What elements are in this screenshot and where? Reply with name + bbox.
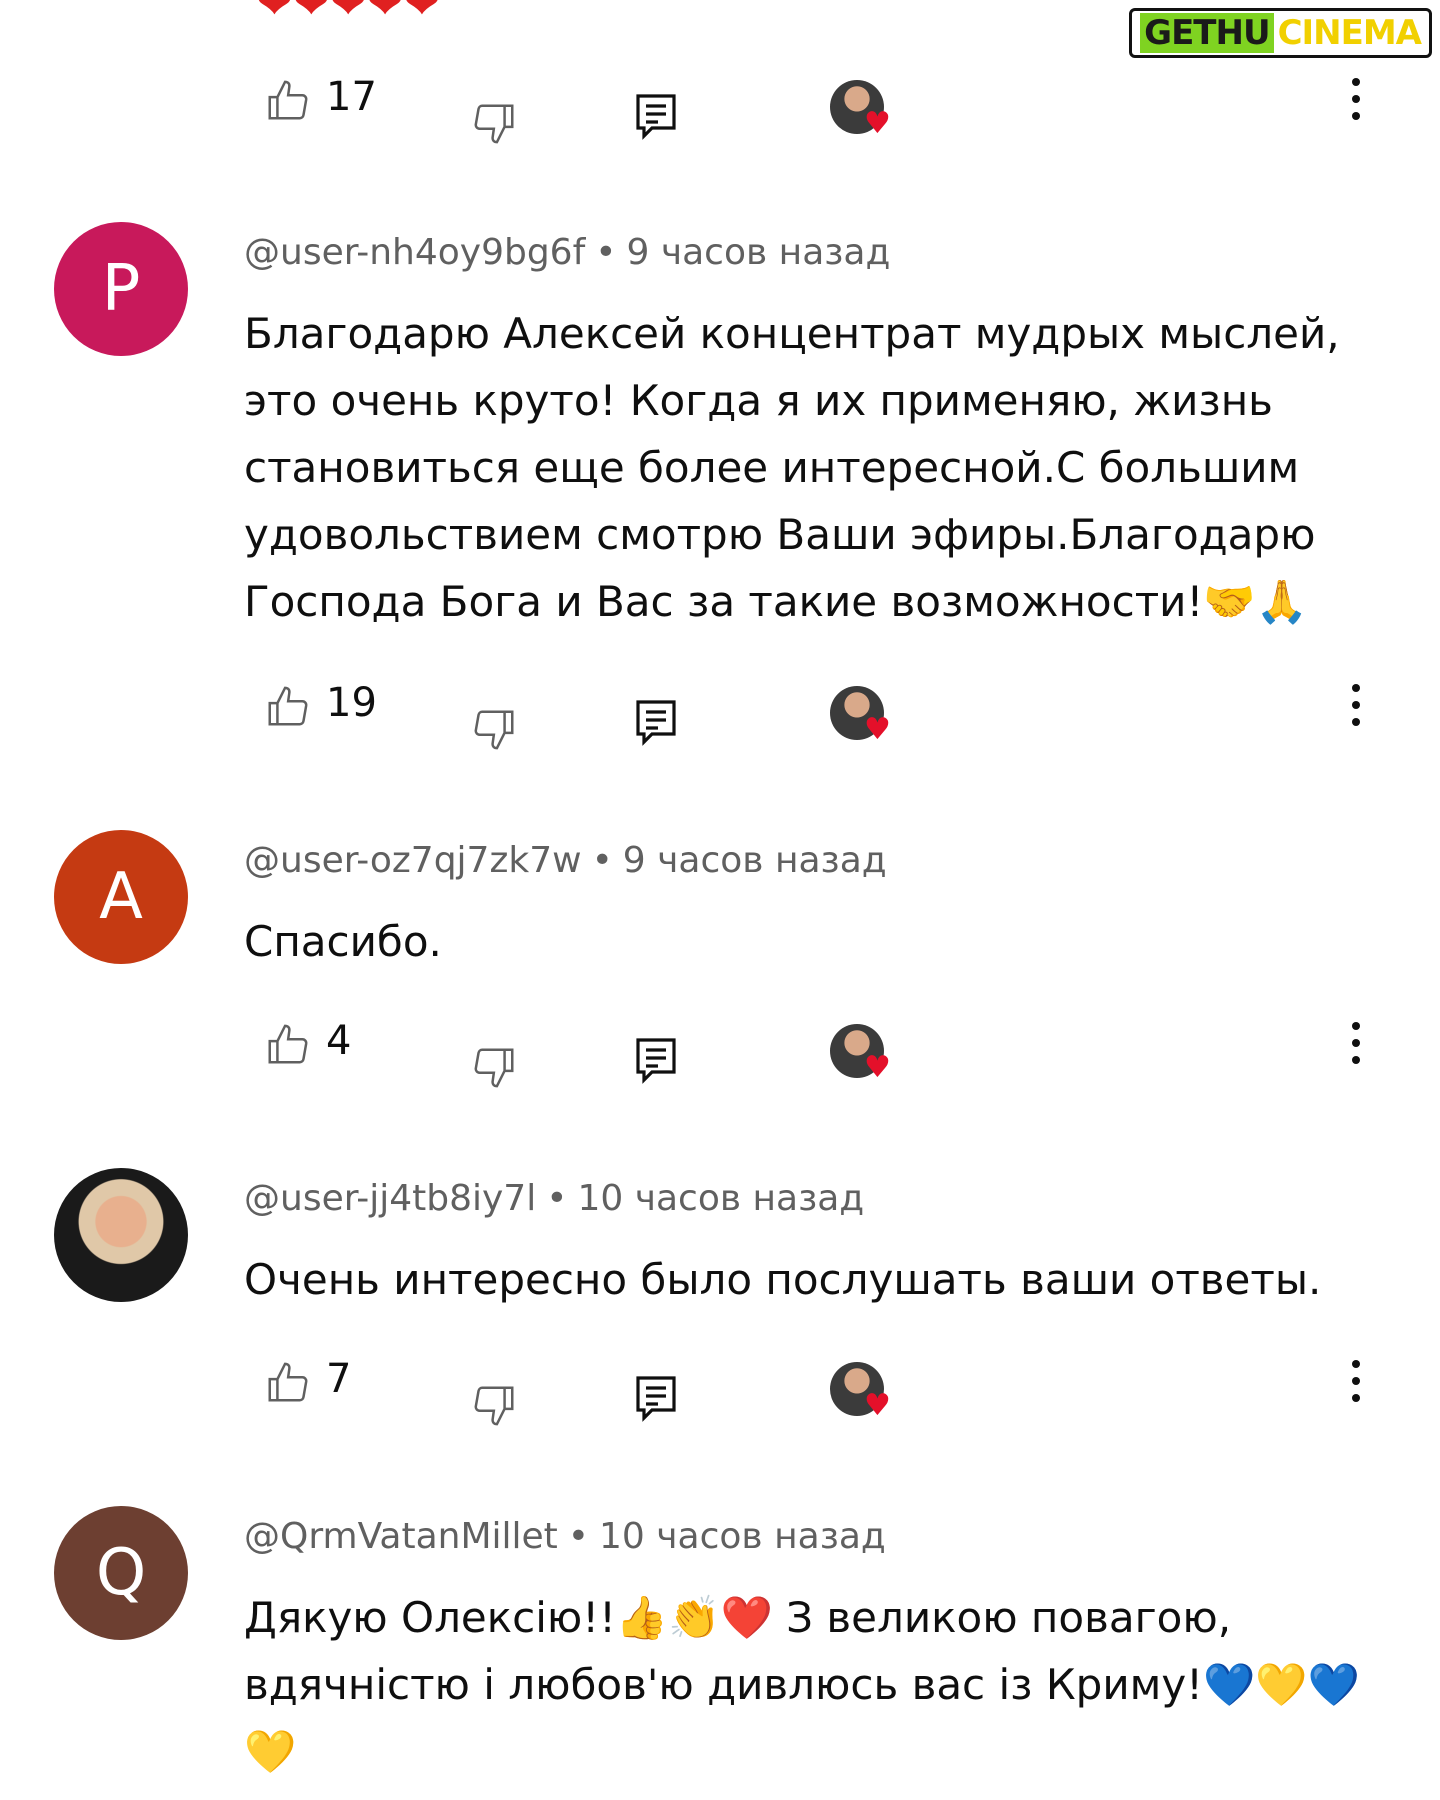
like-count: 4: [326, 1018, 352, 1064]
comment-author[interactable]: @user-jj4tb8iy7l: [244, 1178, 536, 1219]
more-options-icon[interactable]: [1348, 1360, 1364, 1410]
creator-heart-icon: ♥: [864, 1388, 891, 1423]
like-count: 19: [326, 680, 377, 726]
comment-time: 9 часов назад: [622, 840, 887, 881]
comment-meta: @QrmVatanMillet • 10 часов назад: [244, 1516, 886, 1557]
comment-author[interactable]: @user-nh4oy9bg6f: [244, 232, 585, 273]
dislike-icon[interactable]: [472, 1382, 518, 1428]
comment-actions: 4 ♥: [0, 1016, 1440, 1088]
more-options-icon[interactable]: [1348, 1022, 1364, 1072]
creator-heart-icon: ♥: [864, 1050, 891, 1085]
like-icon[interactable]: [264, 684, 310, 730]
comment-text: Дякую Олексію!!👍👏❤️ З великою повагою, в…: [244, 1593, 1360, 1776]
watermark-part-2: CINEMA: [1277, 13, 1422, 53]
avatar[interactable]: Q: [54, 1506, 188, 1640]
watermark-logo: GETHU CINEMA: [1129, 8, 1432, 58]
reply-icon[interactable]: [634, 1374, 678, 1424]
comment-text: Очень интересно было послушать ваши отве…: [244, 1255, 1322, 1304]
avatar[interactable]: A: [54, 830, 188, 964]
like-count: 7: [326, 1356, 352, 1402]
dislike-icon[interactable]: [472, 100, 518, 146]
comment-meta: @user-oz7qj7zk7w • 9 часов назад: [244, 840, 887, 881]
reply-icon[interactable]: [634, 92, 678, 142]
watermark-part-1: GETHU: [1140, 13, 1274, 53]
reply-icon[interactable]: [634, 1036, 678, 1086]
like-icon[interactable]: [264, 1360, 310, 1406]
comment-text: Спасибо.: [244, 917, 442, 966]
dislike-icon[interactable]: [472, 706, 518, 752]
like-count: 17: [326, 74, 377, 120]
like-icon[interactable]: [264, 1022, 310, 1068]
comment-actions: 7 ♥: [0, 1354, 1440, 1426]
comment-meta: @user-nh4oy9bg6f • 9 часов назад: [244, 232, 891, 273]
comment-actions: 17 ♥: [0, 72, 1440, 144]
more-options-icon[interactable]: [1348, 78, 1364, 128]
comment-author[interactable]: @QrmVatanMillet: [244, 1516, 558, 1557]
comment-time: 9 часов назад: [626, 232, 891, 273]
comment-meta: @user-jj4tb8iy7l • 10 часов назад: [244, 1178, 865, 1219]
comment-author[interactable]: @user-oz7qj7zk7w: [244, 840, 582, 881]
top-hearts: ❤❤❤❤❤: [256, 0, 441, 29]
avatar[interactable]: [54, 1168, 188, 1302]
comment-text: Благодарю Алексей концентрат мудрых мысл…: [244, 309, 1340, 626]
reply-icon[interactable]: [634, 698, 678, 748]
creator-heart-icon: ♥: [864, 712, 891, 747]
comment-time: 10 часов назад: [599, 1516, 886, 1557]
like-icon[interactable]: [264, 78, 310, 124]
more-options-icon[interactable]: [1348, 684, 1364, 734]
creator-heart-icon: ♥: [864, 106, 891, 141]
dislike-icon[interactable]: [472, 1044, 518, 1090]
comment-actions: 19 ♥: [0, 678, 1440, 750]
avatar[interactable]: P: [54, 222, 188, 356]
comment-time: 10 часов назад: [577, 1178, 865, 1219]
